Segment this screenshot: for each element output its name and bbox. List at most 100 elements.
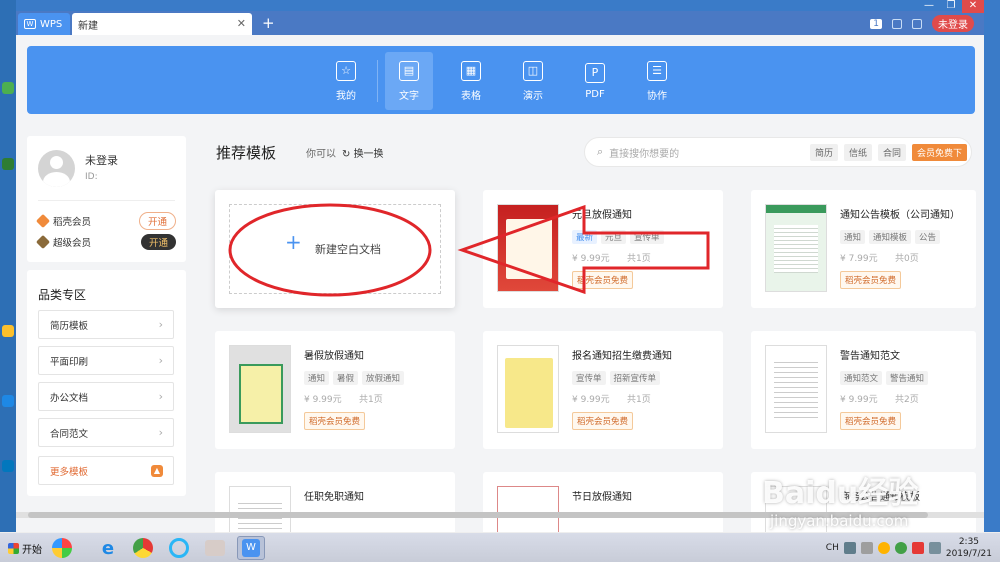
user-name[interactable]: 未登录 [85,152,118,168]
login-button[interactable]: 未登录 [932,15,974,32]
keyboard-icon[interactable] [843,542,856,554]
template-title[interactable]: 节日放假通知 [572,488,714,503]
refresh-button[interactable]: ↻ 换一换 [342,145,384,160]
template-tag[interactable]: 公告 [915,230,941,244]
taskbar-app-photos[interactable] [48,536,76,560]
refresh-icon: ↻ [342,149,354,160]
taskbar-app-browser[interactable] [165,536,193,560]
tab-wps[interactable]: W WPS [18,13,70,35]
category-mine[interactable]: ☆ 我的 [315,52,377,110]
category-item-resume[interactable]: 简历模板 › [38,310,174,339]
vip-free-button[interactable]: 稻壳会员免费 [840,412,902,430]
template-card[interactable]: 节日放假通知 [483,472,723,532]
desktop-icon[interactable] [2,82,14,94]
clock[interactable]: 2:35 2019/7/21 [946,536,992,560]
category-writer[interactable]: ▤ 文字 [385,52,433,110]
template-title[interactable]: 报名通知招生缴费通知 [572,347,714,362]
vip-free-button[interactable]: 稻壳会员免费 [572,412,634,430]
category-collab[interactable]: ☰ 协作 [626,52,688,110]
category-item-print[interactable]: 平面印刷 › [38,346,174,375]
close-window-button[interactable]: ✕ [962,0,984,13]
open-docer-vip-button[interactable]: 开通 [138,212,176,230]
vip-free-button[interactable]: 稻壳会员免费 [304,412,366,430]
template-thumbnail[interactable] [497,486,559,532]
template-thumbnail[interactable] [765,204,827,292]
template-tag[interactable]: 通知范文 [840,371,883,385]
notification-badge[interactable]: 1 [870,18,882,29]
new-blank-document-card[interactable]: + 新建空白文档 [215,190,455,308]
open-super-vip-button[interactable]: 开通 [140,234,176,250]
vip-free-button[interactable]: 稻壳会员免费 [572,271,634,289]
taskbar-app-chrome[interactable] [129,536,157,560]
input-language[interactable]: CH [826,543,839,553]
template-tag[interactable]: 通知 [304,371,330,385]
template-tag[interactable]: 最新 [572,230,598,244]
template-tag[interactable]: 放假通知 [362,371,405,385]
minimize-button[interactable]: — [918,0,940,13]
template-tag[interactable]: 通知模板 [869,230,912,244]
taskbar-app-paint[interactable] [201,536,229,560]
template-thumbnail[interactable] [497,204,559,292]
category-item-label: 合同范文 [50,428,89,440]
vip-free-download-tag[interactable]: 会员免费下 [911,144,967,161]
template-card[interactable]: 元旦放假通知 最新 元旦 宣传单 ¥ 9.99元 共1页 稻壳会员免费 [483,190,723,308]
category-spreadsheet[interactable]: ▦ 表格 [440,52,502,110]
category-item-contract[interactable]: 合同范文 › [38,418,174,447]
more-templates-label: 更多模板 [50,466,89,478]
template-thumbnail[interactable] [497,345,559,433]
add-tab-button[interactable]: + [262,14,275,32]
search-tag[interactable]: 合同 [877,144,906,161]
template-thumbnail[interactable] [765,345,827,433]
template-pages: 共0页 [895,254,919,264]
category-pdf[interactable]: P PDF [564,52,626,110]
start-button[interactable]: 开始 [2,537,48,559]
volume-icon[interactable] [928,542,941,554]
taskbar-app-ie[interactable]: e [94,536,122,560]
search-input[interactable]: 直接搜你想要的 [609,145,679,160]
search-tag[interactable]: 简历 [809,144,838,161]
template-card[interactable]: 报名通知招生缴费通知 宣传单 招新宣传单 ¥ 9.99元 共1页 稻壳会员免费 [483,331,723,449]
alert-icon[interactable] [911,542,924,554]
desktop-icon[interactable] [2,325,14,337]
template-tag[interactable]: 宣传单 [630,230,664,244]
more-templates-button[interactable]: 更多模板 ▲ [38,456,174,485]
skin-icon[interactable] [892,18,902,29]
template-tag[interactable]: 元旦 [601,230,627,244]
tab-new-doc[interactable]: 新建 ✕ [72,13,252,35]
template-tag[interactable]: 通知 [840,230,866,244]
template-card[interactable]: 警告通知范文 通知范文 警告通知 ¥ 9.99元 共2页 稻壳会员免费 [751,331,976,449]
template-tag[interactable]: 警告通知 [886,371,929,385]
close-tab-icon[interactable]: ✕ [237,17,246,30]
template-title[interactable]: 通知公告模板（公司通知） [840,206,970,221]
search-tag[interactable]: 信纸 [843,144,872,161]
template-card[interactable]: 通知公告模板（公司通知） 通知 通知模板 公告 ¥ 7.99元 共0页 稻壳会员… [751,190,976,308]
category-item-label: 办公文档 [50,392,89,404]
desktop-icon[interactable] [2,460,14,472]
security-icon[interactable] [877,542,890,554]
template-tag[interactable]: 暑假 [333,371,359,385]
shirt-icon[interactable] [912,18,922,29]
template-title[interactable]: 警告通知范文 [840,347,970,362]
update-icon[interactable] [894,542,907,554]
template-thumbnail[interactable] [229,345,291,433]
category-presentation[interactable]: ◫ 演示 [502,52,564,110]
template-title[interactable]: 任职免职通知 [304,488,446,503]
template-card[interactable]: 任职免职通知 [215,472,455,532]
category-item-office[interactable]: 办公文档 › [38,382,174,411]
desktop-icon[interactable] [2,395,14,407]
template-tag[interactable]: 招新宣传单 [609,371,661,385]
template-tag[interactable]: 宣传单 [572,371,606,385]
desktop-icon[interactable] [2,158,14,170]
avatar[interactable] [38,150,75,187]
template-thumbnail[interactable] [229,486,291,532]
page-title: 推荐模板 [216,144,277,162]
category-panel: 品类专区 简历模板 › 平面印刷 › 办公文档 › 合同范文 › 更多模板 ▲ [27,270,186,496]
search-bar[interactable]: ⌕ 直接搜你想要的 简历 信纸 合同 会员免费下 [584,137,972,167]
vip-free-button[interactable]: 稻壳会员免费 [840,271,902,289]
maximize-button[interactable]: ❐ [940,0,962,13]
taskbar-app-wps[interactable]: W [237,536,265,560]
template-title[interactable]: 元旦放假通知 [572,206,714,221]
template-title[interactable]: 暑假放假通知 [304,347,446,362]
network-icon[interactable] [860,542,873,554]
template-card[interactable]: 暑假放假通知 通知 暑假 放假通知 ¥ 9.99元 共1页 稻壳会员免费 [215,331,455,449]
